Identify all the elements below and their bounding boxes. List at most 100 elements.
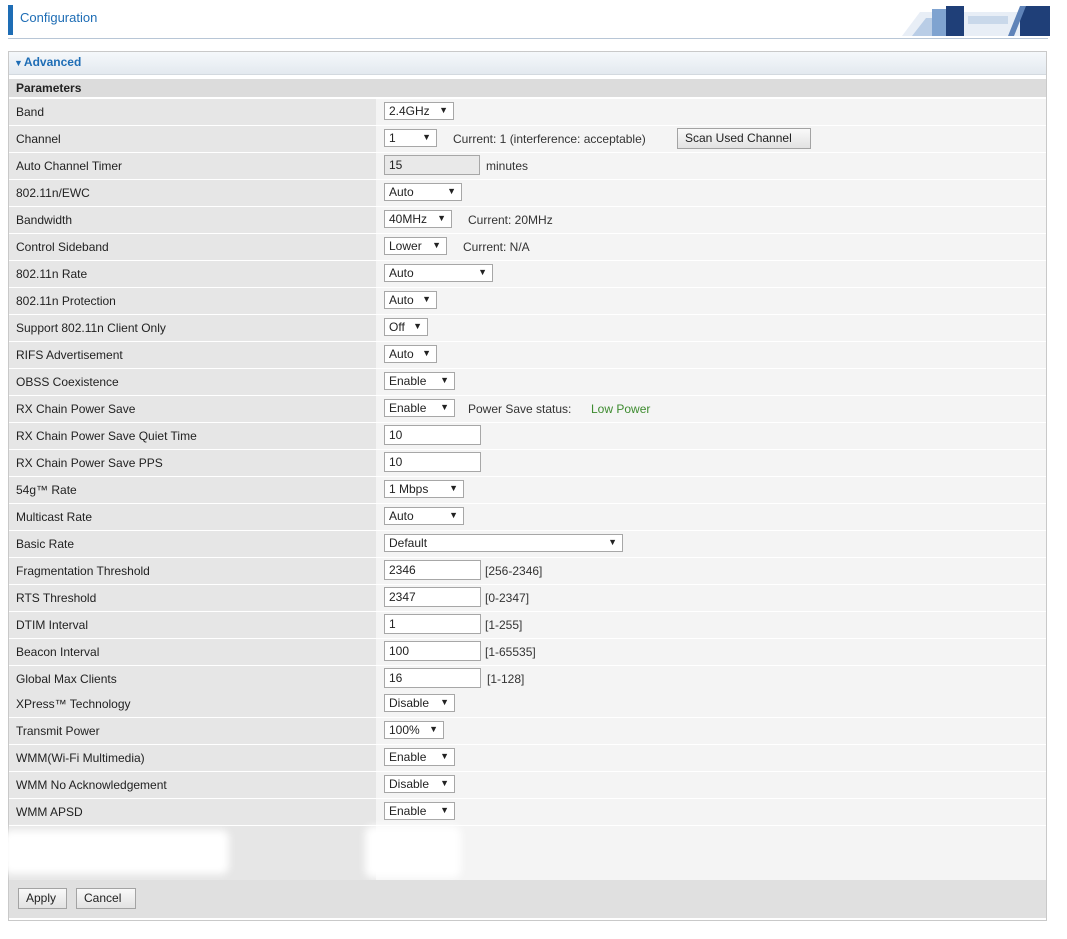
value-cell: 40MHz ▼ Current: 20MHz <box>376 207 1046 234</box>
label-cell: Control Sideband <box>9 234 376 261</box>
value-cell: 1 ▼ Current: 1 (interference: acceptable)… <box>376 126 1046 153</box>
max-clients-input[interactable]: 16 <box>384 668 481 688</box>
rifs-select[interactable]: Auto ▼ <box>384 345 437 363</box>
label-cell: Basic Rate <box>9 531 376 558</box>
n-client-only-label: Support 802.11n Client Only <box>16 321 166 335</box>
row-frag-threshold: Fragmentation Threshold 2346 [256-2346] <box>9 558 1046 585</box>
row-wmm-apsd: WMM APSD Enable ▼ <box>9 799 1046 826</box>
scan-used-channel-button[interactable]: Scan Used Channel <box>677 128 811 149</box>
dtim-label: DTIM Interval <box>16 618 89 632</box>
xpress-select[interactable]: Disable ▼ <box>384 694 455 712</box>
control-sideband-label: Control Sideband <box>16 240 109 254</box>
g-rate-select-value: 1 Mbps <box>389 482 429 496</box>
advanced-section-header[interactable]: ▼Advanced <box>9 52 1046 75</box>
control-sideband-status: Current: N/A <box>463 240 530 254</box>
row-auto-channel-timer: Auto Channel Timer 15 minutes <box>9 153 1046 180</box>
value-cell: Auto ▼ <box>376 288 1046 315</box>
row-multicast-rate: Multicast Rate Auto ▼ <box>9 504 1046 531</box>
frag-threshold-range: [256-2346] <box>485 564 543 578</box>
apply-button[interactable]: Apply <box>18 888 67 909</box>
bandwidth-select[interactable]: 40MHz ▼ <box>384 210 452 228</box>
header-divider <box>8 38 1048 39</box>
caret-down-icon: ▼ <box>429 724 438 734</box>
auto-channel-timer-input[interactable]: 15 <box>384 155 480 175</box>
row-wmm: WMM(Wi-Fi Multimedia) Enable ▼ <box>9 745 1046 772</box>
caret-down-icon: ▼ <box>432 240 441 250</box>
caret-down-icon: ▼ <box>422 348 431 358</box>
wmm-apsd-select[interactable]: Enable ▼ <box>384 802 455 820</box>
transmit-power-select[interactable]: 100% ▼ <box>384 721 444 739</box>
row-n-client-only: Support 802.11n Client Only Off ▼ <box>9 315 1046 342</box>
ewc-select[interactable]: Auto ▼ <box>384 183 462 201</box>
advanced-panel: ▼Advanced Parameters Band 2.4GHz ▼ Channe… <box>3 51 1047 921</box>
ewc-select-value: Auto <box>389 185 414 199</box>
router-logo-icon <box>902 6 1050 36</box>
label-cell: RIFS Advertisement <box>9 342 376 369</box>
value-cell: 15 minutes <box>376 153 1046 180</box>
row-rx-quiet-time: RX Chain Power Save Quiet Time 10 <box>9 423 1046 450</box>
value-cell <box>376 853 1046 881</box>
wmm-noack-select[interactable]: Disable ▼ <box>384 775 455 793</box>
auto-channel-timer-unit: minutes <box>486 159 529 173</box>
channel-select-value: 1 <box>389 131 396 145</box>
label-cell: Channel <box>9 126 376 153</box>
band-label: Band <box>16 105 45 119</box>
caret-down-icon: ▼ <box>422 294 431 304</box>
value-cell: Auto ▼ <box>376 180 1046 207</box>
rts-threshold-range: [0-2347] <box>485 591 530 605</box>
label-cell: RX Chain Power Save Quiet Time <box>9 423 376 450</box>
basic-rate-select[interactable]: Default ▼ <box>384 534 623 552</box>
row-channel: Channel 1 ▼ Current: 1 (interference: acc… <box>9 126 1046 153</box>
caret-down-icon: ▼ <box>440 751 449 761</box>
value-cell: Enable ▼ <box>376 369 1046 396</box>
value-cell: Enable ▼ Power Save status: Low Power <box>376 396 1046 423</box>
frag-threshold-input[interactable]: 2346 <box>384 560 481 580</box>
row-rx-pps: RX Chain Power Save PPS 10 <box>9 450 1046 477</box>
n-rate-select[interactable]: Auto ▼ <box>384 264 493 282</box>
auto-channel-timer-label: Auto Channel Timer <box>16 159 123 173</box>
g-rate-select[interactable]: 1 Mbps ▼ <box>384 480 464 498</box>
wmm-apsd-label: WMM APSD <box>16 805 83 819</box>
n-client-only-select[interactable]: Off ▼ <box>384 318 428 336</box>
row-band: Band 2.4GHz ▼ <box>9 99 1046 126</box>
row-rifs: RIFS Advertisement Auto ▼ <box>9 342 1046 369</box>
rts-threshold-input[interactable]: 2347 <box>384 587 481 607</box>
value-cell: Auto ▼ <box>376 504 1046 531</box>
control-sideband-select-value: Lower <box>389 239 422 253</box>
label-cell: Multicast Rate <box>9 504 376 531</box>
label-cell: RX Chain Power Save <box>9 396 376 423</box>
cancel-button[interactable]: Cancel <box>76 888 136 909</box>
row-beacon: Beacon Interval 100 [1-65535] <box>9 639 1046 666</box>
value-cell: 100 [1-65535] <box>376 639 1046 666</box>
transmit-power-select-value: 100% <box>389 723 420 737</box>
caret-down-icon: ▼ <box>440 805 449 815</box>
max-clients-label: Global Max Clients <box>16 672 117 686</box>
obss-select-value: Enable <box>389 374 427 388</box>
caret-down-icon: ▼ <box>413 321 422 331</box>
control-sideband-select[interactable]: Lower ▼ <box>384 237 447 255</box>
n-protection-select[interactable]: Auto ▼ <box>384 291 437 309</box>
label-cell: Support 802.11n Client Only <box>9 315 376 342</box>
form-footer: Apply Cancel <box>9 880 1046 918</box>
channel-select[interactable]: 1 ▼ <box>384 129 437 147</box>
power-save-status-label: Power Save status: <box>468 402 572 416</box>
multicast-rate-select-value: Auto <box>389 509 414 523</box>
row-rts-threshold: RTS Threshold 2347 [0-2347] <box>9 585 1046 612</box>
beacon-input[interactable]: 100 <box>384 641 481 661</box>
bandwidth-select-value: 40MHz <box>389 212 428 226</box>
dtim-input[interactable]: 1 <box>384 614 481 634</box>
band-select[interactable]: 2.4GHz ▼ <box>384 102 454 120</box>
obss-label: OBSS Coexistence <box>16 375 119 389</box>
label-cell: Beacon Interval <box>9 639 376 666</box>
triangle-down-icon: ▼ <box>14 58 23 68</box>
obss-select[interactable]: Enable ▼ <box>384 372 455 390</box>
wmm-select[interactable]: Enable ▼ <box>384 748 455 766</box>
rx-pps-input[interactable]: 10 <box>384 452 481 472</box>
caret-down-icon: ▼ <box>608 537 617 547</box>
multicast-rate-select[interactable]: Auto ▼ <box>384 507 464 525</box>
rx-power-save-select[interactable]: Enable ▼ <box>384 399 455 417</box>
basic-rate-select-value: Default <box>389 536 428 550</box>
caret-down-icon: ▼ <box>440 778 449 788</box>
transmit-power-label: Transmit Power <box>16 724 100 738</box>
rx-quiet-time-input[interactable]: 10 <box>384 425 481 445</box>
